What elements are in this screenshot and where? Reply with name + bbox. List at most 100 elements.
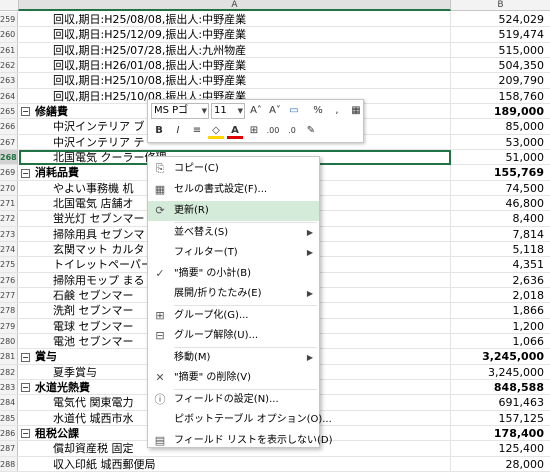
cell-value[interactable]: 7,814 <box>451 227 550 241</box>
cell-value[interactable]: 53,000 <box>451 135 550 149</box>
cell-value[interactable]: 157,125 <box>451 411 550 425</box>
cell-value[interactable]: 8,400 <box>451 211 550 225</box>
row-number[interactable]: 266 <box>0 119 18 134</box>
cell-value[interactable]: 158,760 <box>451 89 550 103</box>
cell-value[interactable]: 209,790 <box>451 73 550 87</box>
increase-decimal-button[interactable]: .00 <box>265 123 281 139</box>
italic-button[interactable]: I <box>170 123 186 139</box>
comma-style-button[interactable]: , <box>329 103 345 119</box>
font-color-button[interactable]: A <box>227 123 243 139</box>
grow-font-button[interactable]: A˄ <box>248 103 264 119</box>
bold-button[interactable]: B <box>151 123 167 139</box>
row-number[interactable]: 263 <box>0 73 18 88</box>
cell-value[interactable]: 125,400 <box>451 441 550 455</box>
cell-value[interactable]: 51,000 <box>451 150 550 164</box>
table-row[interactable]: 288 収入印紙 城西郵便局 28,000 <box>0 456 550 472</box>
table-row[interactable]: 260 回収,期日:H25/12/09,振出人:中野産業 519,474 <box>0 27 550 43</box>
row-number[interactable]: 282 <box>0 364 18 379</box>
cell-value[interactable]: 524,029 <box>451 12 550 26</box>
cell-value[interactable]: 4,351 <box>451 257 550 271</box>
row-number[interactable]: 274 <box>0 241 18 257</box>
menu-item[interactable]: 展開/折りたたみ(E) ▶ <box>148 284 319 304</box>
borders-icon[interactable]: ⊞ <box>246 123 262 139</box>
fill-color-icon[interactable]: ◇ <box>208 123 224 139</box>
row-number[interactable]: 260 <box>0 27 18 42</box>
menu-item[interactable]: ⟳ 更新(R) <box>148 201 319 221</box>
format-painter-icon[interactable]: ✎ <box>303 123 319 139</box>
collapse-icon[interactable]: − <box>21 352 30 362</box>
row-number[interactable]: 272 <box>0 211 18 226</box>
cell-value[interactable]: 178,400 <box>451 426 550 440</box>
menu-item[interactable]: ▤ フィールド リストを表示しない(D) <box>148 431 333 451</box>
row-number[interactable]: 279 <box>0 318 18 333</box>
collapse-icon[interactable]: − <box>21 107 30 117</box>
table-row[interactable]: 259 回収,期日:H25/08/08,振出人:中野産業 524,029 <box>0 12 550 28</box>
cell-value[interactable]: 2,018 <box>451 288 550 302</box>
row-number[interactable]: 271 <box>0 195 18 211</box>
row-number[interactable]: 273 <box>0 226 18 241</box>
cell-value[interactable]: 155,769 <box>451 165 550 179</box>
cell-label[interactable]: 回収,期日:H25/08/08,振出人:中野産業 <box>19 12 451 27</box>
cell-value[interactable]: 504,350 <box>451 58 550 72</box>
format-table-icon[interactable]: ▦ <box>348 103 364 119</box>
cell-value[interactable]: 5,118 <box>451 242 550 256</box>
cell-value[interactable]: 519,474 <box>451 27 550 41</box>
row-number[interactable]: 287 <box>0 441 18 456</box>
row-number[interactable]: 267 <box>0 134 18 149</box>
row-number[interactable]: 283 <box>0 379 18 395</box>
menu-item[interactable]: ⊞ グループ化(G)... <box>148 306 319 326</box>
table-row[interactable]: 262 回収,期日:H26/01/08,振出人:中野産業 504,350 <box>0 57 550 74</box>
menu-item[interactable]: ⎘ コピー(C) <box>148 159 319 179</box>
menu-item[interactable]: ▦ セルの書式設定(F)... <box>148 180 319 200</box>
cell-value[interactable]: 74,500 <box>451 181 550 195</box>
cell-value[interactable]: 3,245,000 <box>451 349 550 363</box>
cell-label[interactable]: 回収,期日:H26/01/08,振出人:中野産業 <box>19 57 451 73</box>
cell-value[interactable]: 691,463 <box>451 395 550 409</box>
row-number[interactable]: 286 <box>0 425 18 441</box>
cell-value[interactable]: 515,000 <box>451 43 550 57</box>
row-number[interactable]: 261 <box>0 42 18 57</box>
cell-value[interactable]: 1,200 <box>451 319 550 333</box>
font-size-box[interactable]: 11 ▼ <box>211 103 245 119</box>
row-number[interactable]: 268 <box>0 149 18 165</box>
menu-item[interactable]: ⊟ グループ解除(U)... <box>148 326 319 346</box>
shrink-font-button[interactable]: A˅ <box>267 103 283 119</box>
percent-style-button[interactable]: % <box>310 103 326 119</box>
row-number[interactable]: 275 <box>0 257 18 272</box>
cell-value[interactable]: 46,800 <box>451 196 550 210</box>
cell-value[interactable]: 2,636 <box>451 273 550 287</box>
menu-item[interactable]: 並べ替え(S) ▶ <box>148 223 319 243</box>
row-number[interactable]: 270 <box>0 180 18 195</box>
menu-item[interactable]: 移動(M) ▶ <box>148 348 319 368</box>
cell-value[interactable]: 189,000 <box>451 104 550 118</box>
table-row[interactable]: 263 回収,期日:H25/10/08,振出人:中野産業 209,790 <box>0 73 550 89</box>
row-number[interactable]: 285 <box>0 410 18 425</box>
row-number[interactable]: 280 <box>0 333 18 349</box>
row-number[interactable]: 288 <box>0 456 18 471</box>
row-number[interactable]: 265 <box>0 103 18 119</box>
cell-label[interactable]: 回収,期日:H25/07/28,振出人:九州物産 <box>19 42 451 57</box>
collapse-icon[interactable]: − <box>21 429 30 439</box>
menu-item[interactable]: フィルター(T) ▶ <box>148 243 319 263</box>
row-number[interactable]: 262 <box>0 57 18 73</box>
column-header-a[interactable]: A <box>18 0 451 11</box>
row-number[interactable]: 277 <box>0 287 18 303</box>
cell-value[interactable]: 1,866 <box>451 303 550 317</box>
column-header-b[interactable]: B <box>451 0 550 11</box>
collapse-icon[interactable]: − <box>21 168 30 178</box>
menu-item[interactable]: ✓ "摘要" の小計(B) <box>148 264 319 284</box>
table-row[interactable]: 261 回収,期日:H25/07/28,振出人:九州物産 515,000 <box>0 42 550 58</box>
menu-item[interactable]: ✕ "摘要" の削除(V) <box>148 368 319 388</box>
collapse-icon[interactable]: − <box>21 383 30 393</box>
row-number[interactable]: 259 <box>0 12 18 27</box>
row-number[interactable]: 278 <box>0 303 18 318</box>
cell-value[interactable]: 85,000 <box>451 119 550 133</box>
row-number[interactable]: 276 <box>0 272 18 287</box>
currency-format-icon[interactable]: ▭ <box>286 103 302 119</box>
align-center-icon[interactable]: ≡ <box>189 123 205 139</box>
cell-value[interactable]: 1,066 <box>451 334 550 348</box>
cell-value[interactable]: 28,000 <box>451 457 550 471</box>
decrease-decimal-button[interactable]: .0 <box>284 123 300 139</box>
menu-item[interactable]: ピボットテーブル オプション(O)... <box>148 410 332 430</box>
row-number[interactable]: 284 <box>0 395 18 410</box>
